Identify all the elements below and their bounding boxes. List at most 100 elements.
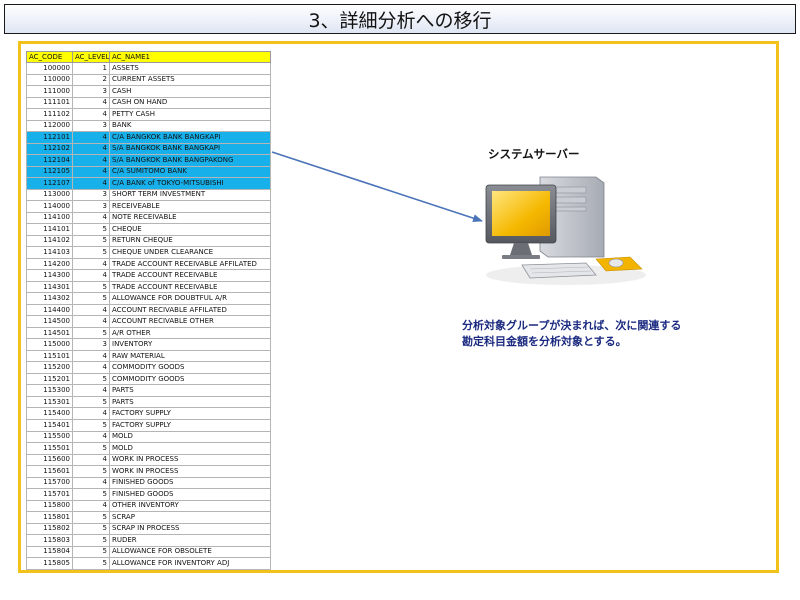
cell-ac-level: 4 (72, 349, 110, 363)
cell-ac-level: 5 (72, 246, 110, 259)
cell-ac-level: 4 (72, 315, 110, 328)
table-row: 113000 3 SHORT TERM INVESTMENT (26, 188, 271, 202)
cell-ac-name: ALLOWANCE FOR INVENTORY ADJ (109, 557, 271, 570)
cell-ac-level: 5 (72, 488, 110, 501)
header-ac-code: AC_CODE (26, 51, 73, 63)
cell-ac-level: 5 (72, 280, 110, 294)
cell-ac-code: 115501 (26, 442, 73, 455)
cell-ac-level: 2 (72, 73, 110, 87)
table-row: 115000 3 INVENTORY (26, 338, 271, 351)
cell-ac-code: 112107 (26, 177, 73, 190)
cell-ac-name: FINISHED GOODS (109, 476, 271, 490)
table-row: 115600 4 WORK IN PROCESS (26, 453, 271, 467)
cell-ac-level: 5 (72, 372, 110, 386)
cell-ac-name: RUDER (109, 534, 271, 547)
cell-ac-name: SCRAP IN PROCESS (109, 522, 271, 536)
cell-ac-name: INVENTORY (109, 338, 271, 351)
table-row: 115300 4 PARTS (26, 384, 271, 397)
cell-ac-code: 111000 (26, 85, 73, 98)
cell-ac-code: 115600 (26, 453, 73, 467)
cell-ac-name: BANK (109, 119, 271, 133)
cell-ac-name: ALLOWANCE FOR OBSOLETE (109, 545, 271, 559)
cell-ac-level: 4 (72, 108, 110, 121)
cell-ac-name: CURRENT ASSETS (109, 73, 271, 87)
cell-ac-name: CASH ON HAND (109, 96, 271, 110)
table-row: 115400 4 FACTORY SUPPLY (26, 407, 271, 420)
cell-ac-name: TRADE ACCOUNT RECEIVABLE (109, 269, 271, 282)
cell-ac-name: RETURN CHEQUE (109, 234, 271, 248)
table-row: 115301 5 PARTS (26, 395, 271, 409)
cell-ac-level: 5 (72, 534, 110, 547)
table-row: 115800 4 OTHER INVENTORY (26, 499, 271, 513)
cell-ac-code: 115700 (26, 476, 73, 490)
table-row: 115200 4 COMMODITY GOODS (26, 361, 271, 374)
cell-ac-level: 3 (72, 188, 110, 202)
cell-ac-code: 114200 (26, 257, 73, 271)
cell-ac-code: 114102 (26, 234, 73, 248)
table-row: 111102 4 PETTY CASH (26, 108, 271, 121)
cell-ac-name: OTHER INVENTORY (109, 499, 271, 513)
cell-ac-code: 115500 (26, 430, 73, 443)
cell-ac-code: 115804 (26, 545, 73, 559)
cell-ac-name: C/A BANGKOK BANK BANGKAPI (109, 131, 271, 144)
cell-ac-level: 3 (72, 338, 110, 351)
cell-ac-code: 114301 (26, 280, 73, 294)
table-row: 114200 4 TRADE ACCOUNT RECEIVABLE AFFILATE… (26, 257, 271, 271)
cell-ac-code: 115200 (26, 361, 73, 374)
cell-ac-code: 115400 (26, 407, 73, 420)
cell-ac-code: 114000 (26, 200, 73, 213)
cell-ac-name: TRADE ACCOUNT RECEIVABLE AFFILATED (109, 257, 271, 271)
table-row: 112101 4 C/A BANGKOK BANK BANGKAPI (26, 131, 271, 144)
server-label: システムサーバー (488, 147, 580, 161)
description-line-1: 分析対象グループが決まれば、次に関連する (462, 319, 682, 332)
cell-ac-name: RAW MATERIAL (109, 349, 271, 363)
cell-ac-level: 5 (72, 442, 110, 455)
cell-ac-level: 4 (72, 407, 110, 420)
table-row: 112105 4 C/A SUMITOMO BANK (26, 165, 271, 179)
table-row: 114301 5 TRADE ACCOUNT RECEIVABLE (26, 280, 271, 294)
cell-ac-level: 4 (72, 142, 110, 156)
table-row: 114100 4 NOTE RECEIVABLE (26, 211, 271, 225)
cell-ac-code: 115601 (26, 465, 73, 478)
account-table: AC_CODE AC_LEVEL AC_NAME1 100000 1 ASSETS 1… (26, 51, 271, 570)
cell-ac-code: 112102 (26, 142, 73, 156)
cell-ac-level: 5 (72, 234, 110, 248)
cell-ac-level: 5 (72, 465, 110, 478)
cell-ac-level: 5 (72, 223, 110, 236)
cell-ac-level: 4 (72, 211, 110, 225)
cell-ac-code: 115805 (26, 557, 73, 570)
table-row: 115401 5 FACTORY SUPPLY (26, 419, 271, 432)
cell-ac-name: CHEQUE (109, 223, 271, 236)
table-header-row: AC_CODE AC_LEVEL AC_NAME1 (26, 51, 271, 63)
cell-ac-level: 5 (72, 511, 110, 524)
slide-title: 3、詳細分析への移行 (308, 9, 492, 32)
table-row: 115601 5 WORK IN PROCESS (26, 465, 271, 478)
cell-ac-code: 115300 (26, 384, 73, 397)
cell-ac-level: 4 (72, 303, 110, 317)
cell-ac-level: 1 (72, 62, 110, 75)
cell-ac-level: 4 (72, 257, 110, 271)
table-row: 111101 4 CASH ON HAND (26, 96, 271, 110)
cell-ac-code: 115201 (26, 372, 73, 386)
cell-ac-level: 4 (72, 165, 110, 179)
cell-ac-name: PARTS (109, 395, 271, 409)
cell-ac-level: 4 (72, 453, 110, 467)
table-row: 115804 5 ALLOWANCE FOR OBSOLETE (26, 545, 271, 559)
cell-ac-code: 115301 (26, 395, 73, 409)
cell-ac-level: 5 (72, 522, 110, 536)
cell-ac-code: 115801 (26, 511, 73, 524)
table-row: 111000 3 CASH (26, 85, 271, 98)
table-row: 114300 4 TRADE ACCOUNT RECEIVABLE (26, 269, 271, 282)
table-row: 114302 5 ALLOWANCE FOR DOUBTFUL A/R (26, 292, 271, 305)
cell-ac-name: ALLOWANCE FOR DOUBTFUL A/R (109, 292, 271, 305)
table-row: 115500 4 MOLD (26, 430, 271, 443)
cell-ac-level: 5 (72, 292, 110, 305)
cell-ac-name: SHORT TERM INVESTMENT (109, 188, 271, 202)
cell-ac-level: 3 (72, 85, 110, 98)
cell-ac-code: 115000 (26, 338, 73, 351)
cell-ac-name: ACCOUNT RECIVABLE OTHER (109, 315, 271, 328)
cell-ac-code: 114500 (26, 315, 73, 328)
table-row: 115501 5 MOLD (26, 442, 271, 455)
table-body: 100000 1 ASSETS 110000 2 CURRENT ASSETS 111000… (26, 62, 271, 570)
cell-ac-code: 112104 (26, 154, 73, 167)
